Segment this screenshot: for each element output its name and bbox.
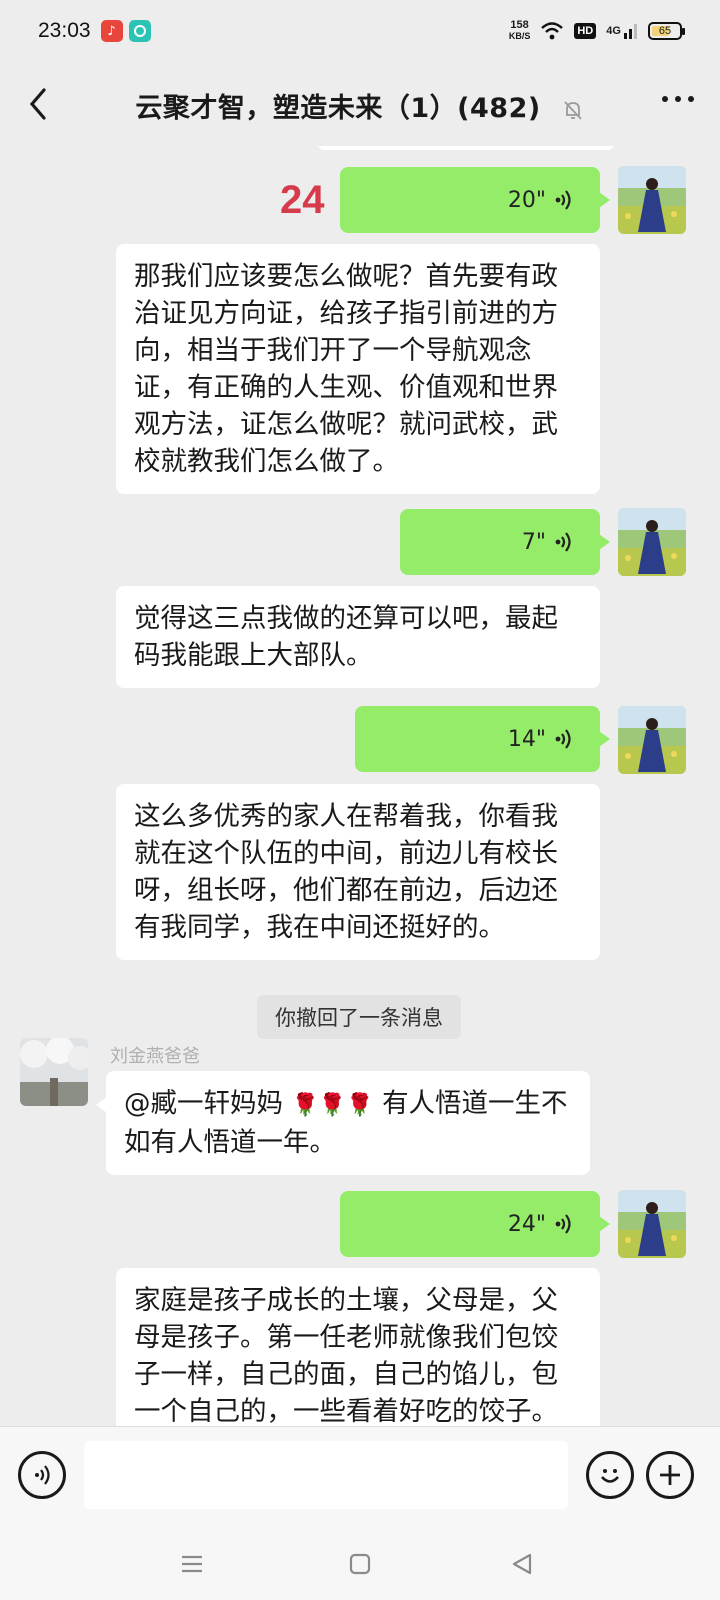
- sender-avatar[interactable]: [20, 1038, 88, 1106]
- sender-name: 刘金燕爸爸: [110, 1046, 200, 1067]
- voice-duration: 24": [507, 1211, 546, 1237]
- status-indicators: 158 KB/S HD 4G 65: [509, 20, 685, 42]
- partial-message-bubble: [318, 146, 614, 150]
- my-avatar[interactable]: [618, 706, 686, 774]
- voice-wave-icon: [555, 729, 571, 749]
- signal-bars-icon: [624, 24, 637, 39]
- message-text[interactable]: 那我们应该要怎么做呢？首先要有政治证见方向证，给孩子指引前进的方向，相当于我们开…: [116, 244, 600, 494]
- voice-duration: 20": [507, 187, 546, 213]
- signal-4g: 4G: [606, 23, 638, 39]
- voice-message-bubble[interactable]: 7": [400, 509, 610, 575]
- hd-badge: HD: [574, 23, 597, 39]
- annotation-number: 24: [280, 178, 325, 222]
- voice-wave-icon: [555, 532, 571, 552]
- network-speed-unit: KB/S: [508, 31, 531, 41]
- reply-message[interactable]: @臧一轩妈妈 🌹🌹🌹 有人悟道一生不如有人悟道一年。: [96, 1071, 590, 1175]
- chat-header: 云聚才智，塑造未来（1）(482): [0, 62, 720, 146]
- voice-input-icon[interactable]: [18, 1451, 66, 1499]
- network-speed-value: 158: [510, 19, 529, 31]
- my-avatar[interactable]: [618, 166, 686, 234]
- voice-message-bubble[interactable]: 24": [340, 1191, 610, 1257]
- message-text[interactable]: 觉得这三点我做的还算可以吧，最起码我能跟上大部队。: [116, 586, 600, 688]
- rose-emoji: 🌹🌹🌹: [291, 1093, 374, 1118]
- music-app-icon: ♪: [100, 20, 123, 42]
- battery-icon: 65: [648, 22, 685, 40]
- bell-off-icon: [563, 100, 582, 120]
- chat-title: 云聚才智，塑造未来（1）(482): [0, 86, 720, 125]
- signal-label: 4G: [606, 24, 621, 37]
- voice-wave-icon: [555, 190, 571, 210]
- menu-icon[interactable]: [180, 1552, 204, 1576]
- chat-title-text: 云聚才智，塑造未来（1）(482): [135, 93, 541, 124]
- status-time: 23:03: [38, 19, 91, 42]
- more-dots-icon[interactable]: [662, 96, 694, 102]
- home-square-icon[interactable]: [348, 1552, 372, 1576]
- my-avatar[interactable]: [618, 1190, 686, 1258]
- message-text[interactable]: 家庭是孩子成长的土壤，父母是，父母是孩子。第一任老师就像我们包饺子一样，自己的面…: [116, 1268, 600, 1426]
- message-text[interactable]: 这么多优秀的家人在帮着我，你看我就在这个队伍的中间，前边儿有校长呀，组长呀，他们…: [116, 784, 600, 960]
- voice-message-bubble[interactable]: 20": [340, 167, 610, 233]
- voice-wave-icon: [555, 1214, 571, 1234]
- system-navigation: [0, 1528, 720, 1600]
- input-bar: [0, 1426, 720, 1528]
- my-avatar[interactable]: [618, 508, 686, 576]
- wifi-icon: [541, 22, 564, 40]
- mention-text: @臧一轩妈妈: [124, 1088, 283, 1119]
- message-input[interactable]: [84, 1441, 568, 1509]
- back-triangle-icon[interactable]: [510, 1552, 534, 1576]
- emoji-icon[interactable]: [586, 1451, 634, 1499]
- network-speed: 158 KB/S: [509, 20, 531, 42]
- message-list[interactable]: 24 20" 那我们应该要怎么做呢？首先要有政治证见方向证，给孩子指引前进的方向…: [0, 146, 720, 1426]
- voice-message-bubble[interactable]: 14": [355, 706, 610, 772]
- battery-level: 65: [658, 25, 672, 37]
- recall-notice: 你撤回了一条消息: [257, 995, 461, 1039]
- status-bar: 23:03 ♪ 158 KB/S HD 4G 65: [0, 0, 720, 62]
- voice-duration: 7": [521, 529, 546, 555]
- voice-duration: 14": [507, 726, 546, 752]
- message-app-icon: [128, 20, 151, 42]
- plus-icon[interactable]: [646, 1451, 694, 1499]
